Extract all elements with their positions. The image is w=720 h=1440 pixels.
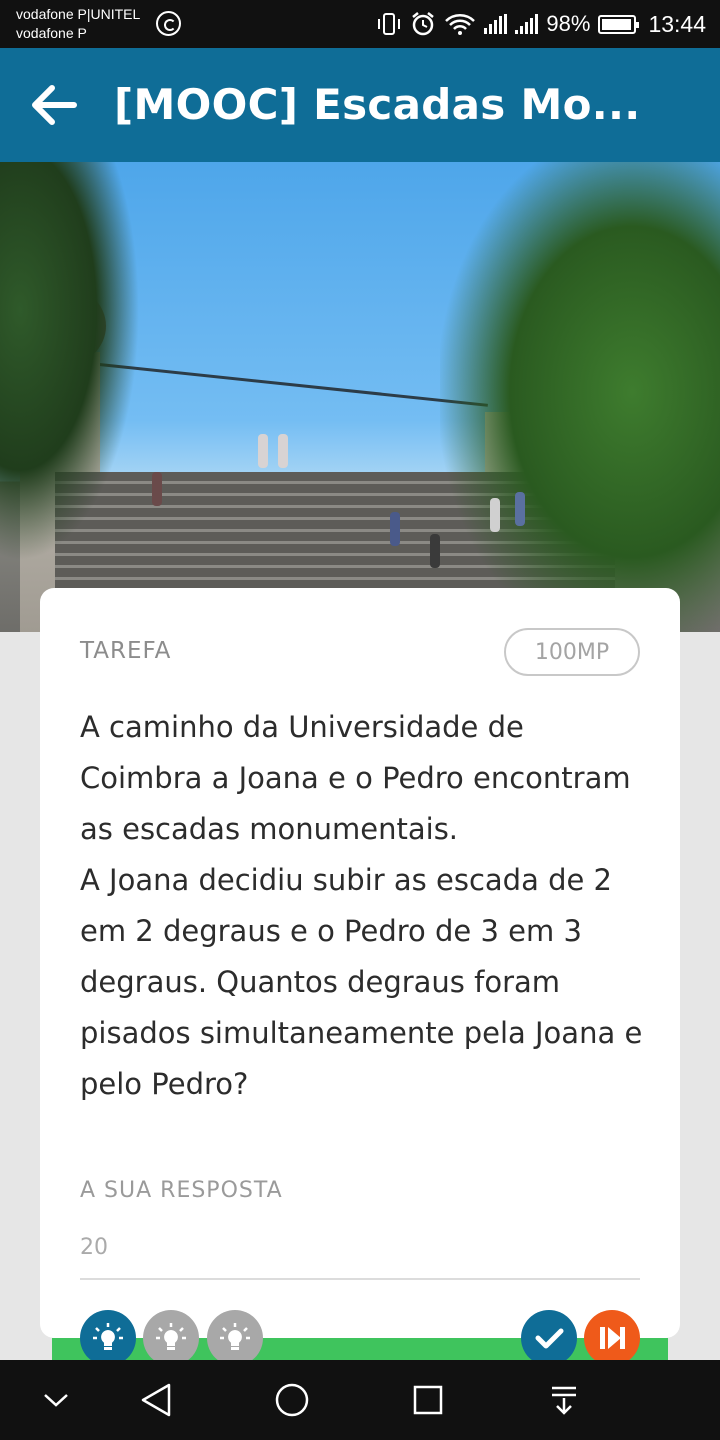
person-figure	[278, 434, 288, 468]
skip-next-icon	[600, 1327, 625, 1349]
submit-answer-button[interactable]	[521, 1310, 577, 1366]
answer-label: A SUA RESPOSTA	[80, 1178, 283, 1203]
person-figure	[390, 512, 400, 546]
lightbulb-icon	[156, 1323, 186, 1350]
carrier-2: vodafone P	[16, 25, 87, 41]
battery-percentage: 98%	[546, 11, 591, 36]
task-label: TAREFA	[80, 638, 172, 664]
answer-input[interactable]	[80, 1230, 640, 1280]
points-badge: 100MP	[504, 628, 640, 676]
home-circle-icon[interactable]	[270, 1378, 314, 1422]
tree-left	[0, 162, 140, 562]
cable-line	[89, 362, 488, 407]
lightbulb-icon	[220, 1323, 250, 1350]
task-card: TAREFA 100MP A caminho da Universidade d…	[40, 588, 680, 1338]
recents-square-icon[interactable]	[406, 1378, 450, 1422]
person-figure	[430, 534, 440, 568]
person-figure	[258, 434, 268, 468]
hero-photo	[0, 162, 720, 632]
arrow-left-icon[interactable]	[30, 84, 78, 126]
hint-button-1[interactable]	[80, 1310, 136, 1366]
status-bar: vodafone P|UNITEL vodafone P 98% 13:44	[0, 0, 720, 48]
chevron-down-icon[interactable]	[34, 1378, 78, 1422]
battery-icon	[598, 14, 640, 34]
lightbulb-icon	[93, 1323, 123, 1350]
page-title: [MOOC] Escadas Mo...	[114, 80, 641, 129]
person-figure	[490, 498, 500, 532]
hint-button-2[interactable]	[143, 1310, 199, 1366]
app-bar: [MOOC] Escadas Mo...	[0, 48, 720, 162]
carrier-info: vodafone P|UNITEL vodafone P	[16, 5, 140, 43]
carrier-1: vodafone P|UNITEL	[16, 6, 141, 22]
notification-pull-icon[interactable]	[542, 1378, 586, 1422]
status-time: 13:44	[648, 10, 706, 37]
vibrate-icon	[378, 13, 401, 35]
person-figure	[515, 492, 525, 526]
tree-right	[440, 162, 720, 632]
signal-icon-2	[515, 14, 539, 34]
status-icons: 98% 13:44	[376, 9, 706, 39]
signal-icon	[484, 14, 508, 34]
system-nav-bar	[0, 1360, 720, 1440]
skip-button[interactable]	[584, 1310, 640, 1366]
alarm-icon	[412, 12, 435, 36]
back-triangle-icon[interactable]	[134, 1378, 178, 1422]
person-figure	[152, 472, 162, 506]
task-question: A caminho da Universidade de Coimbra a J…	[80, 710, 643, 1101]
wifi-icon	[445, 14, 476, 35]
check-icon	[535, 1328, 564, 1349]
whatsapp-icon	[156, 11, 181, 36]
hint-button-3[interactable]	[207, 1310, 263, 1366]
